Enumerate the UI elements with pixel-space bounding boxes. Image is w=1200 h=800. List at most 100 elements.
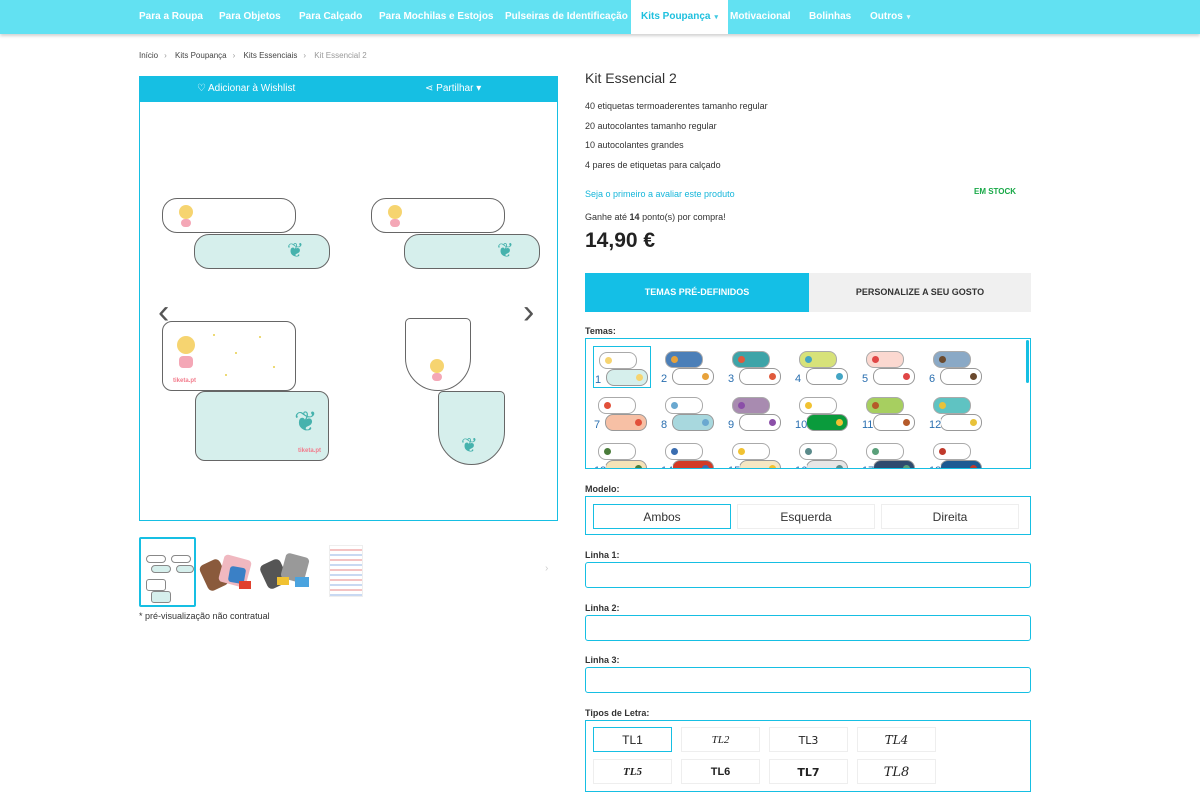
nav-item-para-a-roupa[interactable]: Para a Roupa bbox=[139, 0, 203, 34]
brand-text: tiketa.pt bbox=[173, 378, 197, 384]
fairy-icon bbox=[179, 205, 193, 219]
breadcrumb: Início › Kits Poupança › Kits Essenciais › … bbox=[139, 51, 367, 60]
preview-label-butterfly: ❦ bbox=[404, 234, 540, 269]
theme-option-13[interactable]: 13 bbox=[593, 438, 651, 468]
page-title: Kit Essencial 2 bbox=[585, 70, 677, 86]
theme-option-14[interactable]: 14 bbox=[660, 438, 718, 468]
font-option-tl1[interactable]: TL1 bbox=[593, 727, 672, 752]
theme-option-5[interactable]: 5 bbox=[861, 346, 919, 388]
theme-option-4[interactable]: 4 bbox=[794, 346, 852, 388]
thumbnail-2[interactable] bbox=[198, 537, 256, 607]
nav-item-motivacional[interactable]: Motivacional bbox=[730, 0, 791, 34]
font-option-tl3[interactable]: TL3 bbox=[769, 727, 848, 752]
gallery-next-arrow[interactable]: › bbox=[523, 295, 534, 329]
theme-option-1[interactable]: 1 bbox=[593, 346, 651, 388]
theme-character-icon bbox=[872, 448, 879, 455]
theme-option-7[interactable]: 7 bbox=[593, 392, 651, 434]
themes-picker[interactable]: 123456789101112131415161718 bbox=[585, 338, 1031, 469]
theme-label-top bbox=[598, 443, 636, 460]
linha-1-input[interactable] bbox=[585, 562, 1031, 588]
theme-label-bottom bbox=[806, 368, 848, 385]
theme-label-bottom bbox=[672, 460, 714, 468]
theme-number: 7 bbox=[594, 419, 601, 431]
theme-option-10[interactable]: 10 bbox=[794, 392, 852, 434]
theme-label-top bbox=[933, 397, 971, 414]
theme-option-12[interactable]: 12 bbox=[928, 392, 986, 434]
share-label: Partilhar bbox=[436, 83, 474, 94]
theme-number: 6 bbox=[929, 373, 936, 385]
font-option-tl7[interactable]: TL7 bbox=[769, 759, 848, 784]
preview-shoe-label-fairy bbox=[405, 318, 471, 391]
thumbnail-4[interactable] bbox=[319, 537, 376, 607]
modelo-label: Modelo: bbox=[585, 484, 620, 494]
modelo-option-ambos[interactable]: Ambos bbox=[593, 504, 731, 529]
themes-scrollbar[interactable] bbox=[1026, 340, 1029, 383]
theme-number: 4 bbox=[795, 373, 802, 385]
product-price: 14,90 € bbox=[585, 229, 656, 252]
theme-label-bottom bbox=[739, 368, 781, 385]
theme-option-15[interactable]: 15 bbox=[727, 438, 785, 468]
tab-predefined-themes[interactable]: TEMAS PRÉ-DEFINIDOS bbox=[585, 273, 809, 312]
nav-item-mochilas-estojos[interactable]: Para Mochilas e Estojos bbox=[379, 0, 494, 34]
breadcrumb-link-kits-essenciais[interactable]: Kits Essenciais bbox=[244, 51, 298, 60]
theme-character-icon bbox=[939, 448, 946, 455]
theme-option-18[interactable]: 18 bbox=[928, 438, 986, 468]
nav-item-para-calcado[interactable]: Para Calçado bbox=[299, 0, 362, 34]
thumbnail-1[interactable] bbox=[139, 537, 196, 607]
theme-character-icon bbox=[805, 448, 812, 455]
theme-character-icon bbox=[769, 465, 776, 468]
chevron-right-icon: › bbox=[303, 51, 306, 60]
linha-2-input[interactable] bbox=[585, 615, 1031, 641]
gallery-toolbar: ♡ Adicionar à Wishlist ⋖ Partilhar ▾ bbox=[140, 77, 557, 102]
font-option-tl6[interactable]: TL6 bbox=[681, 759, 760, 784]
share-button[interactable]: ⋖ Partilhar ▾ bbox=[425, 83, 481, 94]
feature-item: 4 pares de etiquetas para calçado bbox=[585, 160, 721, 170]
theme-number: 5 bbox=[862, 373, 869, 385]
review-link[interactable]: Seja o primeiro a avaliar este produto bbox=[585, 189, 735, 199]
nav-item-para-objetos[interactable]: Para Objetos bbox=[219, 0, 281, 34]
wishlist-button[interactable]: ♡ Adicionar à Wishlist bbox=[197, 83, 295, 94]
theme-option-17[interactable]: 17 bbox=[861, 438, 919, 468]
font-option-tl2[interactable]: TL2 bbox=[681, 727, 760, 752]
top-navigation: Para a Roupa Para Objetos Para Calçado P… bbox=[0, 0, 1200, 34]
font-option-tl5[interactable]: TL5 bbox=[593, 759, 672, 784]
theme-number: 13 bbox=[594, 465, 607, 468]
theme-option-3[interactable]: 3 bbox=[727, 346, 785, 388]
theme-number: 8 bbox=[661, 419, 668, 431]
chevron-right-icon: › bbox=[232, 51, 236, 60]
theme-character-icon bbox=[872, 402, 879, 409]
theme-character-icon bbox=[636, 374, 643, 381]
thumbnail-3[interactable] bbox=[258, 537, 316, 607]
nav-item-bolinhas[interactable]: Bolinhas bbox=[809, 0, 851, 34]
theme-option-9[interactable]: 9 bbox=[727, 392, 785, 434]
breadcrumb-link-kits-poupanca[interactable]: Kits Poupança bbox=[175, 51, 227, 60]
modelo-selector: Ambos Esquerda Direita bbox=[585, 496, 1031, 535]
theme-label-top bbox=[732, 351, 770, 368]
theme-option-16[interactable]: 16 bbox=[794, 438, 852, 468]
linha-3-input[interactable] bbox=[585, 667, 1031, 693]
theme-character-icon bbox=[769, 373, 776, 380]
sparkle-dot bbox=[259, 336, 261, 338]
nav-item-label: Kits Poupança bbox=[641, 11, 711, 22]
theme-character-icon bbox=[605, 357, 612, 364]
font-option-tl4[interactable]: TL4 bbox=[857, 727, 936, 752]
tab-custom-design[interactable]: PERSONALIZE A SEU GOSTO bbox=[809, 273, 1031, 312]
theme-label-bottom bbox=[739, 460, 781, 468]
modelo-option-esquerda[interactable]: Esquerda bbox=[737, 504, 875, 529]
nav-item-outros[interactable]: Outros ▾ bbox=[870, 0, 910, 34]
nav-item-pulseiras[interactable]: Pulseiras de Identificação bbox=[505, 0, 628, 34]
theme-option-2[interactable]: 2 bbox=[660, 346, 718, 388]
stock-status-badge: EM STOCK bbox=[974, 187, 1017, 196]
thumbnails-next-arrow[interactable]: › bbox=[545, 563, 548, 574]
modelo-option-direita[interactable]: Direita bbox=[881, 504, 1019, 529]
product-preview-image: ❦ ❦ ‹ › tiketa.pt ❦ tiketa.pt ❦ bbox=[140, 102, 557, 520]
theme-option-6[interactable]: 6 bbox=[928, 346, 986, 388]
theme-character-icon bbox=[702, 373, 709, 380]
font-option-tl8[interactable]: TL8 bbox=[857, 759, 936, 784]
nav-item-kits-poupanca[interactable]: Kits Poupança ▾ bbox=[631, 0, 728, 34]
share-icon: ⋖ bbox=[425, 83, 434, 94]
theme-option-8[interactable]: 8 bbox=[660, 392, 718, 434]
breadcrumb-link-home[interactable]: Início bbox=[139, 51, 158, 60]
theme-label-top bbox=[665, 351, 703, 368]
theme-option-11[interactable]: 11 bbox=[861, 392, 919, 434]
